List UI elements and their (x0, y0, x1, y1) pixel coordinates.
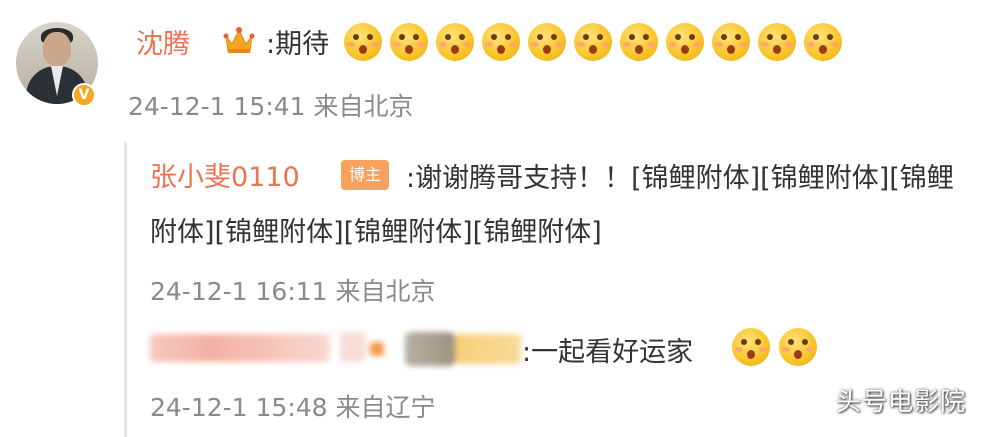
surprised-emoji-icon (779, 328, 817, 366)
watermark: 头号电影院 (836, 387, 967, 416)
blurred-username (150, 328, 535, 370)
blush-emoji-icon (344, 23, 382, 61)
reply-2-text: :一起看好运家 (522, 337, 694, 368)
comment-username[interactable]: 沈腾 (136, 22, 190, 61)
blush-emoji-icon (436, 23, 474, 61)
reply-username[interactable]: 张小斐0110 (150, 155, 300, 194)
verified-badge-icon: V (72, 83, 96, 107)
blush-emoji-icon (390, 23, 428, 61)
surprised-emoji-icon (732, 328, 770, 366)
blush-emoji-icon (620, 23, 658, 61)
reply-timestamp: 24-12-1 16:11 来自北京 (150, 277, 436, 306)
blush-emoji-icon (758, 23, 796, 61)
reply-2-timestamp: 24-12-1 15:48 来自辽宁 (150, 393, 436, 422)
reply-text-line-1: :谢谢腾哥支持！！[锦鲤附体][锦鲤附体][锦鲤 (406, 163, 954, 194)
member-crown-icon (223, 27, 255, 53)
blush-emoji-icon (528, 23, 566, 61)
blush-emoji-icon (574, 23, 612, 61)
blush-emoji-icon (482, 23, 520, 61)
comment-timestamp: 24-12-1 15:41 来自北京 (128, 92, 414, 121)
blush-emoji-icon (804, 23, 842, 61)
reply-text-line-2: 附体][锦鲤附体][锦鲤附体][锦鲤附体] (150, 217, 602, 248)
comment-text: :期待 (266, 29, 330, 60)
blush-emoji-icon (666, 23, 704, 61)
blush-emoji-icon (712, 23, 750, 61)
author-badge: 博主 (341, 160, 389, 190)
